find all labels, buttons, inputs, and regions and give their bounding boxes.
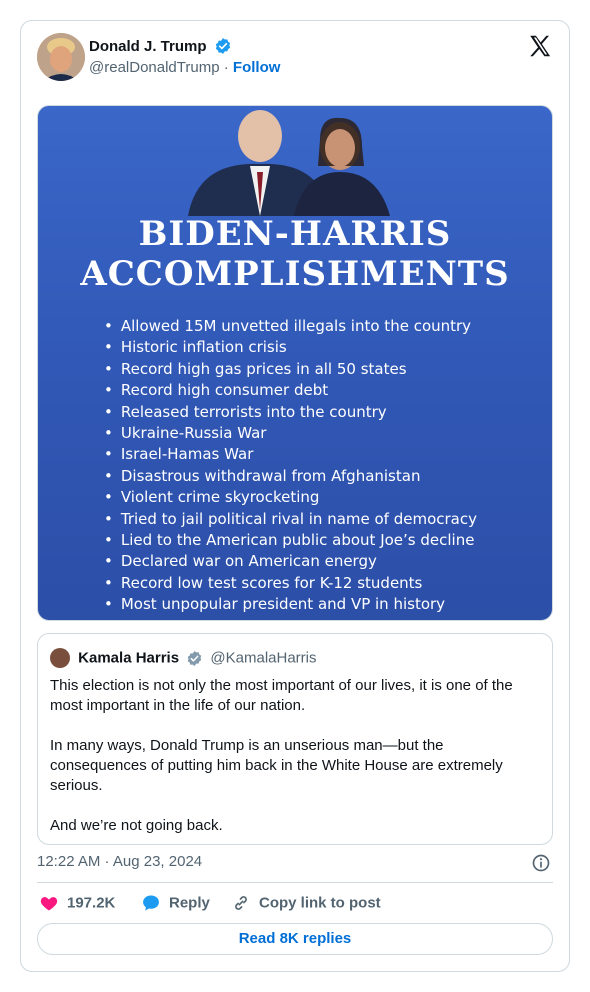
divider (37, 882, 553, 883)
reply-label: Reply (169, 894, 210, 912)
verified-badge-icon (215, 38, 231, 54)
quoted-post-header: Kamala Harris @KamalaHarris (50, 648, 540, 668)
post-header: Donald J. Trump @realDonaldTrump · Follo… (37, 33, 553, 83)
quoted-paragraph: This election is not only the most impor… (50, 677, 513, 714)
list-item: Ukraine-Russia War (104, 423, 477, 444)
gray-verified-badge-icon (188, 650, 202, 666)
read-replies-button[interactable]: Read 8K replies (37, 923, 553, 955)
copy-link-button[interactable]: Copy link to post (231, 893, 381, 913)
reply-button[interactable]: Reply (141, 893, 210, 913)
list-item: Lied to the American public about Joe’s … (104, 530, 477, 551)
handle-separator: · (223, 59, 229, 77)
quoted-author-handle: @KamalaHarris (210, 649, 317, 667)
author-info: Donald J. Trump @realDonaldTrump · Follo… (89, 37, 281, 77)
list-item: Released terrorists into the country (104, 402, 477, 423)
quoted-paragraph: In many ways, Donald Trump is an unserio… (50, 737, 503, 794)
like-button[interactable]: 197.2K (39, 893, 115, 913)
post-image[interactable]: BIDEN-HARRIS ACCOMPLISHMENTS Allowed 15M… (37, 105, 553, 621)
x-logo-icon[interactable] (527, 33, 553, 59)
follow-button[interactable]: Follow (233, 59, 281, 76)
list-item: Most unpopular president and VP in histo… (104, 594, 477, 615)
embedded-post-card: Donald J. Trump @realDonaldTrump · Follo… (20, 20, 570, 972)
list-item: Allowed 15M unvetted illegals into the c… (104, 316, 477, 337)
list-item: Record low test scores for K-12 students (104, 573, 477, 594)
quoted-author-avatar (50, 648, 70, 668)
quoted-author-name: Kamala Harris (78, 649, 180, 667)
quoted-paragraph: And we’re not going back. (50, 817, 223, 834)
author-handle[interactable]: @realDonaldTrump (89, 59, 220, 76)
accomplishments-list: Allowed 15M unvetted illegals into the c… (104, 316, 477, 616)
copy-link-label: Copy link to post (259, 894, 381, 912)
info-icon[interactable] (531, 853, 551, 873)
author-avatar[interactable] (37, 33, 85, 81)
image-headline: BIDEN-HARRIS ACCOMPLISHMENTS (38, 214, 552, 294)
candidates-photo-icon (188, 110, 390, 216)
author-name[interactable]: Donald J. Trump (89, 38, 207, 55)
image-headline-line2: ACCOMPLISHMENTS (80, 254, 510, 294)
list-item: Record high gas prices in all 50 states (104, 359, 477, 380)
like-count: 197.2K (67, 894, 116, 912)
list-item: Disastrous withdrawal from Afghanistan (104, 466, 477, 487)
reply-bubble-icon (143, 895, 159, 911)
list-item: Israel-Hamas War (104, 444, 477, 465)
list-item: Historic inflation crisis (104, 337, 477, 358)
heart-icon (40, 897, 58, 911)
list-item: Tried to jail political rival in name of… (104, 509, 477, 530)
avatar-portrait-icon (37, 33, 85, 81)
list-item: Record high consumer debt (104, 380, 477, 401)
quoted-post-text: This election is not only the most impor… (50, 676, 540, 836)
image-headline-line1: BIDEN-HARRIS (138, 214, 452, 254)
link-icon (235, 896, 247, 910)
list-item: Declared war on American energy (104, 551, 477, 572)
post-timestamp[interactable]: 12:22 AM · Aug 23, 2024 (37, 853, 202, 870)
list-item: Violent crime skyrocketing (104, 487, 477, 508)
quoted-post[interactable]: Kamala Harris @KamalaHarris This electio… (37, 633, 553, 845)
